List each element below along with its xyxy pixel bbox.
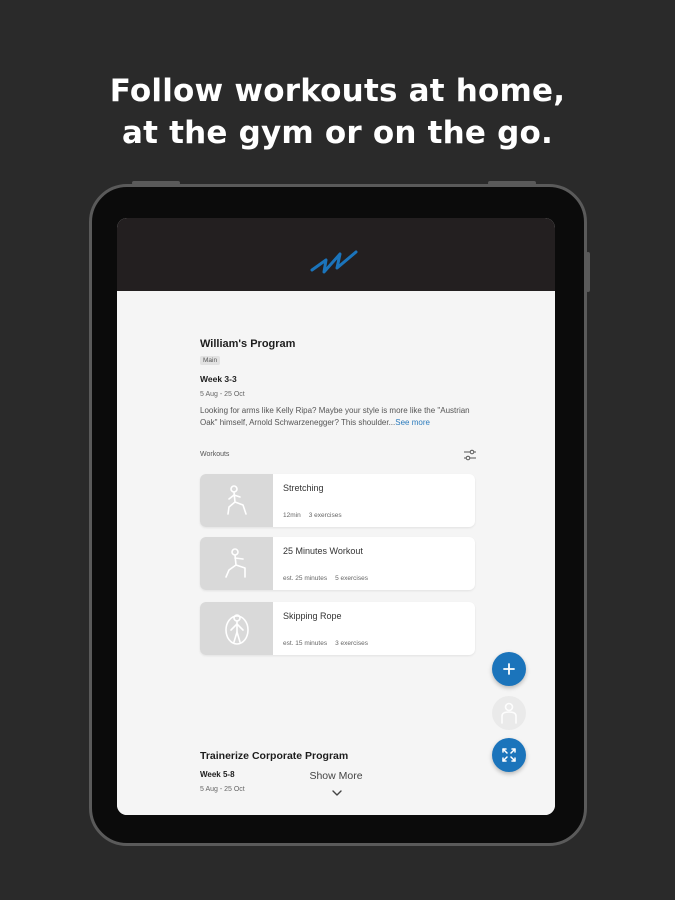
workout-thumbnail: [200, 474, 273, 527]
workout-exercise-count: 3 exercises: [308, 512, 342, 519]
workout-duration: est. 25 minutes: [283, 575, 328, 582]
chevron-down-icon[interactable]: [331, 789, 343, 797]
program-week: Week 3-3: [200, 374, 237, 384]
add-button[interactable]: [492, 652, 526, 686]
tablet-screen: William's Program Main Week 3-3 5 Aug - …: [117, 218, 555, 815]
program-2-dates: 5 Aug - 25 Oct: [200, 786, 245, 793]
program-description: Looking for arms like Kelly Ripa? Maybe …: [200, 405, 480, 429]
person-button[interactable]: [492, 696, 526, 730]
headline: Follow workouts at home, at the gym or o…: [0, 70, 675, 154]
program-tag: Main: [200, 356, 221, 365]
workout-name: 25 Minutes Workout: [283, 546, 363, 556]
workout-name: Stretching: [283, 483, 324, 493]
workout-exercise-count: 3 exercises: [335, 640, 368, 647]
move-button[interactable]: [492, 738, 526, 772]
plus-icon: [503, 663, 515, 675]
workout-name: Skipping Rope: [283, 611, 342, 621]
workouts-label: Workouts: [200, 451, 230, 458]
workout-meta: 12min 3 exercises: [283, 512, 342, 519]
workout-exercise-count: 5 exercises: [335, 575, 368, 582]
headline-line-1: Follow workouts at home,: [109, 73, 566, 109]
app-header: [117, 218, 555, 291]
workout-card-25-minutes[interactable]: 25 Minutes Workout est. 25 minutes 5 exer…: [200, 537, 475, 590]
headline-line-2: at the gym or on the go.: [121, 115, 554, 151]
program-2-title[interactable]: Trainerize Corporate Program: [200, 750, 348, 762]
workout-thumbnail: [200, 602, 273, 655]
squat-figure-icon: [224, 547, 246, 578]
program-dates: 5 Aug - 25 Oct: [200, 391, 245, 398]
workout-meta: est. 15 minutes 3 exercises: [283, 640, 368, 647]
lunge-figure-icon: [226, 484, 247, 515]
workout-duration: est. 15 minutes: [283, 640, 328, 647]
workout-card-stretching[interactable]: Stretching 12min 3 exercises: [200, 474, 475, 527]
workout-duration: 12min: [283, 512, 301, 519]
jump-rope-figure-icon: [224, 613, 249, 645]
move-arrows-icon: [502, 748, 516, 762]
person-icon: [501, 702, 517, 724]
workout-thumbnail: [200, 537, 273, 590]
program-content: William's Program Main Week 3-3 5 Aug - …: [117, 291, 555, 815]
see-more-link[interactable]: See more: [395, 418, 430, 427]
sliders-icon[interactable]: [463, 448, 477, 462]
workout-card-skipping-rope[interactable]: Skipping Rope est. 15 minutes 3 exercises: [200, 602, 475, 655]
trainerize-logo-icon: [310, 250, 358, 274]
program-title: William's Program: [200, 338, 296, 350]
workout-meta: est. 25 minutes 5 exercises: [283, 575, 368, 582]
show-more-button[interactable]: Show More: [117, 770, 555, 782]
